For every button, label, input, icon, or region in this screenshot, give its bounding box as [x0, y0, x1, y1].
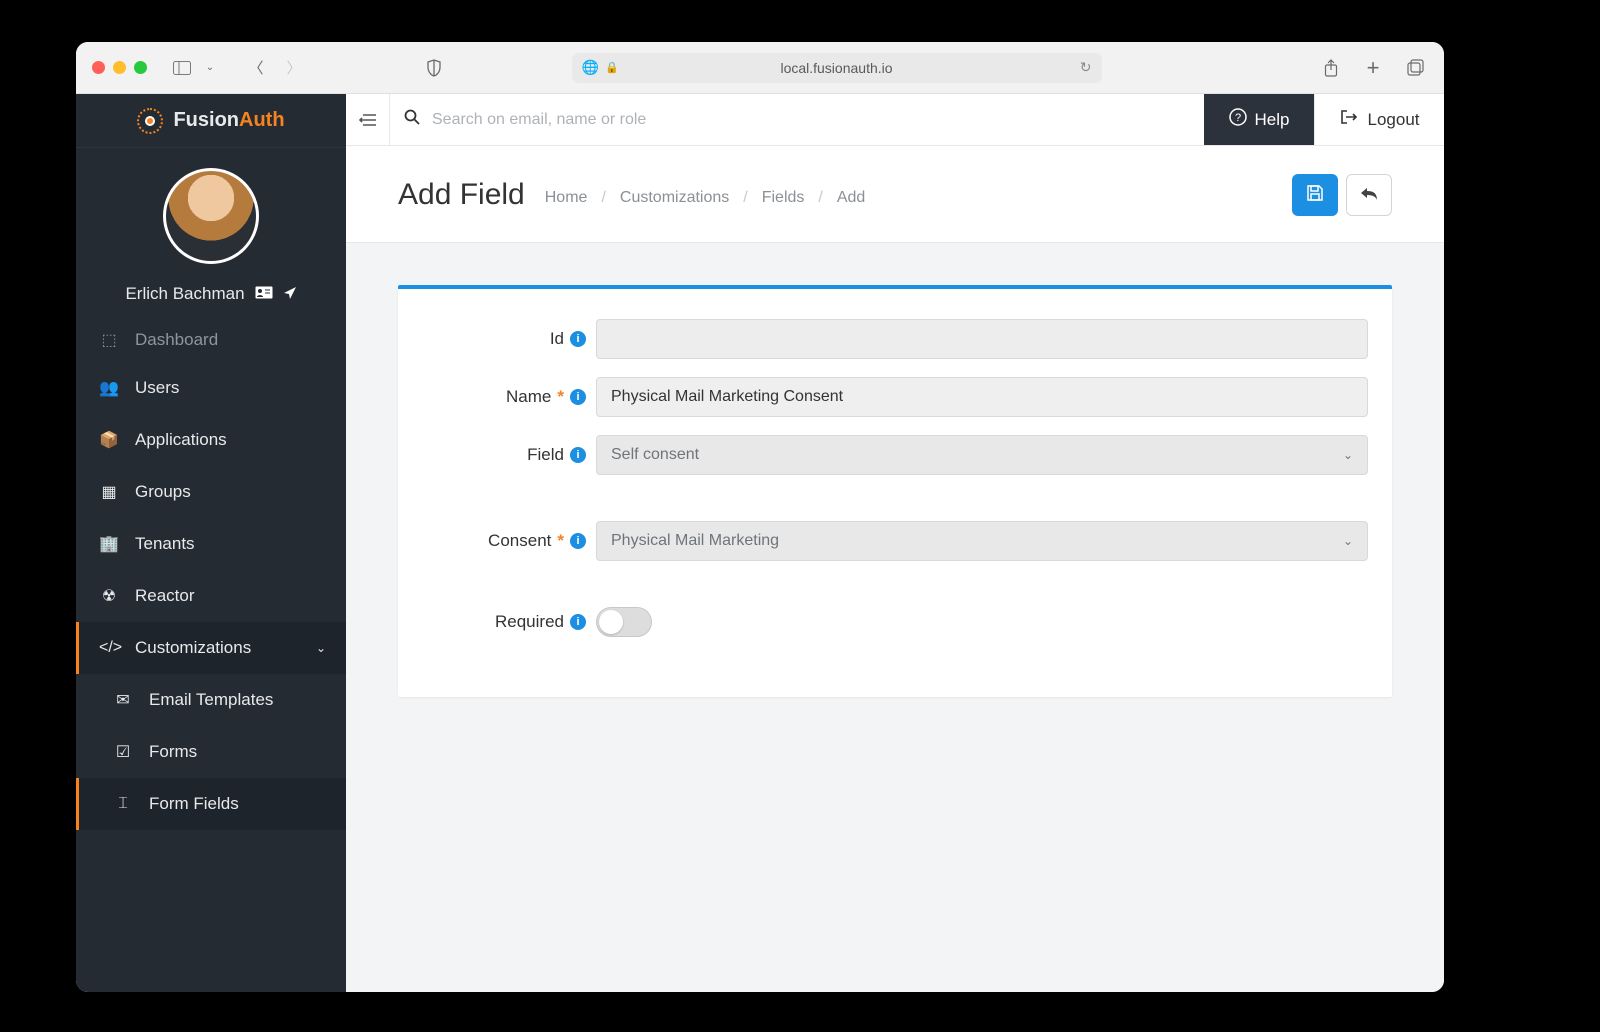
- id-label: Id: [550, 329, 564, 349]
- sidebar-item-dashboard[interactable]: ⬚ Dashboard: [76, 322, 346, 362]
- search-container: [390, 94, 1204, 145]
- checklist-icon: ☑: [113, 742, 133, 762]
- sidebar-item-label: Applications: [135, 430, 227, 450]
- url-bar[interactable]: 🌐 🔒 local.fusionauth.io ↻: [572, 53, 1102, 83]
- chevron-down-icon: ⌄: [316, 641, 326, 655]
- id-card-icon[interactable]: [255, 286, 273, 302]
- sidebar: FusionAuth Erlich Bachman ⬚ Dashboard: [76, 94, 346, 992]
- crumb-fields[interactable]: Fields: [762, 189, 805, 207]
- chevron-down-icon[interactable]: ⌄: [197, 57, 223, 79]
- sidebar-item-label: Forms: [149, 742, 197, 762]
- info-icon[interactable]: i: [570, 533, 586, 549]
- shield-icon[interactable]: [421, 57, 447, 79]
- topbar: ? Help Logout: [346, 94, 1444, 146]
- minimize-window-icon[interactable]: [113, 61, 126, 74]
- globe-icon: 🌐: [582, 59, 599, 76]
- search-icon: [404, 109, 420, 130]
- sidebar-item-label: Form Fields: [149, 794, 239, 814]
- share-icon[interactable]: [1318, 57, 1344, 79]
- lock-icon: 🔒: [605, 61, 619, 74]
- text-cursor-icon: ⌶: [113, 795, 133, 813]
- help-button[interactable]: ? Help: [1204, 94, 1314, 145]
- window-controls: [92, 61, 147, 74]
- crumb-customizations[interactable]: Customizations: [620, 189, 729, 207]
- sidebar-item-form-fields[interactable]: ⌶ Form Fields: [76, 778, 346, 830]
- search-input[interactable]: [432, 111, 1190, 129]
- page-title: Add Field: [398, 178, 525, 212]
- info-icon[interactable]: i: [570, 331, 586, 347]
- building-icon: 🏢: [99, 534, 119, 554]
- sidebar-icon[interactable]: [169, 57, 195, 79]
- sidebar-item-label: Groups: [135, 482, 191, 502]
- form-panel: Id i Name* i Field i Self consent ⌄: [398, 285, 1392, 697]
- sidebar-item-tenants[interactable]: 🏢 Tenants: [76, 518, 346, 570]
- profile-block: Erlich Bachman: [76, 148, 346, 322]
- save-button[interactable]: [1292, 174, 1338, 216]
- main: ? Help Logout Add Field Home/ Customizat…: [346, 94, 1444, 992]
- save-icon: [1306, 184, 1324, 207]
- sidebar-item-label: Tenants: [135, 534, 195, 554]
- user-name: Erlich Bachman: [125, 284, 244, 304]
- info-icon[interactable]: i: [570, 614, 586, 630]
- info-icon[interactable]: i: [570, 447, 586, 463]
- users-icon: 👥: [99, 378, 119, 398]
- back-button[interactable]: [1346, 174, 1392, 216]
- close-window-icon[interactable]: [92, 61, 105, 74]
- browser-chrome: ⌄ 〈 〉 🌐 🔒 local.fusionauth.io ↻ +: [76, 42, 1444, 94]
- page-header: Add Field Home/ Customizations/ Fields/ …: [346, 146, 1444, 243]
- location-arrow-icon[interactable]: [283, 286, 297, 303]
- name-label: Name: [506, 387, 551, 407]
- reply-arrow-icon: [1359, 185, 1379, 206]
- maximize-window-icon[interactable]: [134, 61, 147, 74]
- sidebar-item-customizations[interactable]: </> Customizations ⌄: [76, 622, 346, 674]
- breadcrumb: Home/ Customizations/ Fields/ Add: [545, 189, 866, 207]
- dashboard-icon: ⬚: [99, 330, 119, 350]
- sidebar-item-label: Reactor: [135, 586, 195, 606]
- brand-logo-icon: [137, 108, 163, 134]
- groups-icon: ▦: [99, 482, 119, 502]
- sidebar-item-groups[interactable]: ▦ Groups: [76, 466, 346, 518]
- new-tab-icon[interactable]: +: [1360, 57, 1386, 79]
- sidebar-item-applications[interactable]: 📦 Applications: [76, 414, 346, 466]
- required-toggle[interactable]: [596, 607, 652, 637]
- logout-button[interactable]: Logout: [1314, 94, 1444, 145]
- field-select[interactable]: Self consent ⌄: [596, 435, 1368, 475]
- sidebar-item-email-templates[interactable]: ✉ Email Templates: [76, 674, 346, 726]
- id-input[interactable]: [596, 319, 1368, 359]
- crumb-home[interactable]: Home: [545, 189, 588, 207]
- back-icon[interactable]: 〈: [243, 57, 269, 79]
- nav: ⬚ Dashboard 👥 Users 📦 Applications ▦ Gro…: [76, 322, 346, 992]
- chevron-down-icon: ⌄: [1343, 448, 1353, 462]
- consent-select[interactable]: Physical Mail Marketing ⌄: [596, 521, 1368, 561]
- avatar[interactable]: [163, 168, 259, 264]
- brand-name: FusionAuth: [173, 109, 284, 132]
- tabs-icon[interactable]: [1402, 57, 1428, 79]
- envelope-icon: ✉: [113, 690, 133, 710]
- help-icon: ?: [1229, 108, 1247, 131]
- chevron-down-icon: ⌄: [1343, 534, 1353, 548]
- collapse-sidebar-button[interactable]: [346, 94, 390, 145]
- name-input[interactable]: [596, 377, 1368, 417]
- sidebar-item-forms[interactable]: ☑ Forms: [76, 726, 346, 778]
- info-icon[interactable]: i: [570, 389, 586, 405]
- consent-label: Consent: [488, 531, 551, 551]
- field-label: Field: [527, 445, 564, 465]
- sidebar-item-label: Email Templates: [149, 690, 273, 710]
- required-label: Required: [495, 612, 564, 632]
- svg-text:?: ?: [1234, 112, 1240, 124]
- sidebar-item-reactor[interactable]: ☢ Reactor: [76, 570, 346, 622]
- sidebar-item-label: Users: [135, 378, 179, 398]
- url-text: local.fusionauth.io: [780, 60, 892, 76]
- crumb-current: Add: [837, 189, 865, 207]
- cube-icon: 📦: [99, 430, 119, 450]
- brand: FusionAuth: [76, 94, 346, 148]
- sidebar-item-users[interactable]: 👥 Users: [76, 362, 346, 414]
- reactor-icon: ☢: [99, 586, 119, 606]
- reload-icon[interactable]: ↻: [1080, 59, 1092, 76]
- forward-icon: 〉: [281, 57, 307, 79]
- logout-icon: [1340, 109, 1358, 130]
- sidebar-item-label: Customizations: [135, 638, 251, 658]
- code-icon: </>: [99, 639, 119, 657]
